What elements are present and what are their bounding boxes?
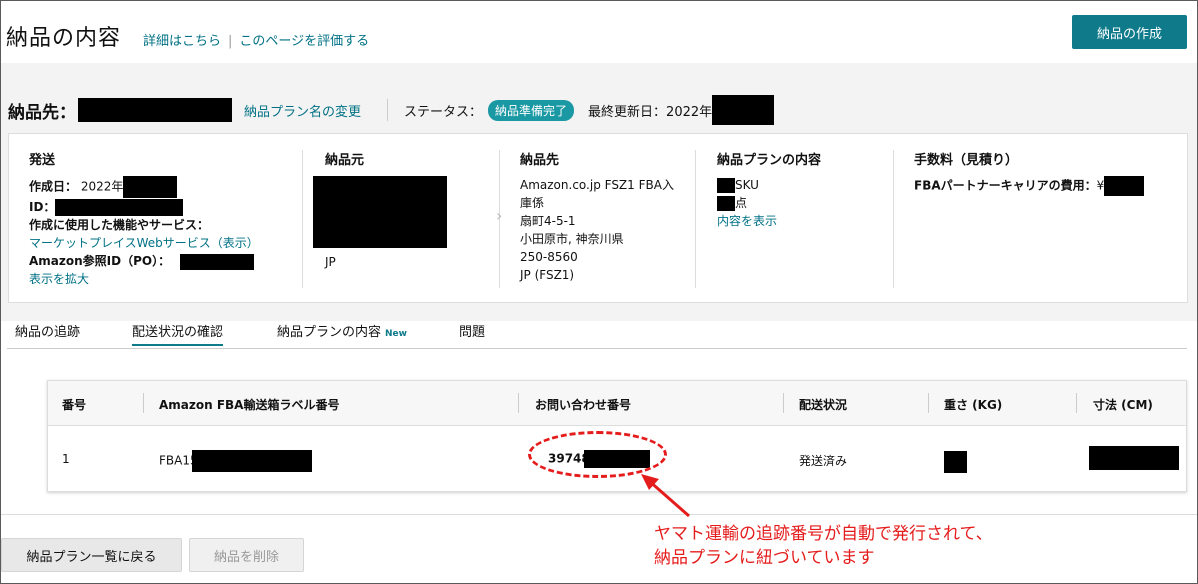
- link-separator: |: [228, 34, 233, 49]
- redacted-id: [55, 199, 184, 216]
- redacted-origin-address: [313, 176, 447, 248]
- origin-heading: 納品元: [325, 153, 365, 168]
- col-header: 番号: [62, 398, 87, 412]
- id-label: ID：: [29, 200, 56, 214]
- sku-suffix: SKU: [735, 178, 759, 192]
- last-updated-label: 最終更新日：2022年: [588, 104, 713, 120]
- dest-line: 小田原市, 神奈川県: [520, 232, 624, 246]
- col-header: 重さ (KG): [944, 398, 1003, 412]
- new-badge: New: [385, 329, 407, 339]
- col-header: 配送状況: [799, 398, 848, 412]
- fees-heading: 手数料（見積り）: [914, 153, 1019, 168]
- tab-issues[interactable]: 問題: [459, 321, 485, 345]
- destination-label: 納品先：: [8, 102, 76, 123]
- create-shipment-button[interactable]: 納品の作成: [1072, 15, 1187, 49]
- column-divider: [518, 393, 519, 413]
- column-divider: [1076, 393, 1077, 413]
- col-header: Amazon FBA輸送箱ラベル番号: [159, 398, 340, 412]
- redacted-sku-count: [717, 178, 735, 193]
- row-number: 1: [62, 452, 70, 466]
- tab-bar: 納品の追跡 配送状況の確認 納品プランの内容 New 問題: [7, 321, 1187, 349]
- annotation-line: ヤマト運輸の追跡番号が自動で発行されて、: [654, 524, 993, 544]
- dest-line: 扇町4-5-1: [520, 214, 576, 228]
- fees-column: 手数料（見積り） FBAパートナーキャリアの費用：¥: [914, 134, 1184, 302]
- redacted-box-label: [191, 450, 312, 472]
- po-label: Amazon参照ID（PO）：: [29, 254, 171, 268]
- tab-delivery-status[interactable]: 配送状況の確認: [132, 321, 224, 346]
- dest-line: JP (FSZ1): [520, 268, 575, 282]
- chevron-right-icon: ›: [496, 206, 503, 225]
- view-contents-link[interactable]: 内容を表示: [717, 212, 887, 230]
- top-header: 納品の内容 詳細はこちら | このページを評価する 納品の作成: [1, 1, 1197, 63]
- annotation-text: ヤマト運輸の追跡番号が自動で発行されて、 納品プランに紐づいています: [654, 522, 993, 570]
- back-to-plans-button[interactable]: 納品プラン一覧に戻る: [1, 538, 182, 572]
- summary-card: 発送 作成日： 2022年 ID： 作成に使用した機能やサービス： マーケットプ…: [8, 133, 1188, 303]
- column-divider: [143, 393, 144, 413]
- redacted-po: [180, 253, 255, 270]
- expand-link[interactable]: 表示を拡大: [29, 270, 299, 288]
- rename-plan-link[interactable]: 納品プラン名の変更: [244, 101, 361, 120]
- dest-line: 庫係: [520, 196, 545, 210]
- currency-symbol: ¥: [1096, 178, 1105, 193]
- page-title: 納品の内容: [6, 26, 122, 51]
- column-divider: [783, 393, 784, 413]
- tab-tracking[interactable]: 納品の追跡: [15, 321, 80, 345]
- status-label: ステータス：: [404, 104, 483, 120]
- divider: [387, 99, 389, 121]
- details-link[interactable]: 詳細はこちら: [143, 34, 221, 49]
- delivery-status-cell: 発送済み: [799, 454, 848, 468]
- redacted-created: [123, 176, 178, 198]
- origin-country: JP: [325, 255, 336, 269]
- redacted-fee: [1104, 176, 1145, 196]
- created-value: 2022年: [80, 179, 124, 194]
- delete-shipment-button[interactable]: 納品を削除: [189, 538, 304, 572]
- ship-heading: 発送: [29, 153, 56, 168]
- contents-heading: 納品プランの内容: [717, 153, 822, 168]
- column-divider: [928, 393, 929, 413]
- unit-suffix: 点: [735, 196, 748, 210]
- service-link[interactable]: マーケットプレイスWebサービス（表示）: [29, 234, 299, 252]
- created-label: 作成日：: [29, 179, 78, 194]
- table-header: 番号 Amazon FBA輸送箱ラベル番号 お問い合わせ番号 配送状況 重さ (…: [48, 381, 1186, 426]
- dest-line: 250-8560: [520, 250, 578, 264]
- partner-fee-label: FBAパートナーキャリアの費用：: [914, 178, 1097, 193]
- column-divider: [302, 150, 303, 288]
- box-label-cell: FBA15: [159, 450, 312, 472]
- dimensions-cell: [1089, 446, 1179, 473]
- service-label: 作成に使用した機能やサービス：: [29, 218, 210, 232]
- column-divider: [695, 150, 696, 288]
- ship-column: 発送 作成日： 2022年 ID： 作成に使用した機能やサービス： マーケットプ…: [29, 134, 299, 302]
- status-badge: 納品準備完了: [488, 99, 575, 121]
- destination-row: 納品先： 納品プラン名の変更 ステータス： 納品準備完了 最終更新日：2022年: [8, 95, 775, 125]
- header-links: 詳細はこちら | このページを評価する: [143, 30, 369, 49]
- redacted-plan-name: [78, 98, 232, 122]
- redacted-date: [712, 95, 775, 125]
- redacted-weight: [944, 451, 967, 473]
- tab-plan-contents[interactable]: 納品プランの内容 New: [277, 321, 407, 345]
- dest-line: Amazon.co.jp FSZ1 FBA入: [520, 178, 674, 192]
- redacted-dimensions: [1089, 446, 1179, 470]
- origin-column: 納品元 JP: [313, 134, 485, 302]
- col-header: 寸法 (CM): [1093, 398, 1153, 412]
- column-divider: [893, 150, 894, 288]
- contents-column: 納品プランの内容 SKU 点 内容を表示: [717, 134, 887, 302]
- redacted-unit-count: [717, 196, 735, 211]
- weight-cell: [944, 451, 967, 476]
- annotation-highlight: [528, 431, 667, 478]
- annotation-line: 納品プランに紐づいています: [654, 548, 875, 568]
- destination-column: 納品先 Amazon.co.jp FSZ1 FBA入 庫係 扇町4-5-1 小田…: [520, 134, 690, 302]
- rate-page-link[interactable]: このページを評価する: [239, 34, 369, 49]
- dest-heading: 納品先: [520, 153, 560, 168]
- tab-plan-contents-label: 納品プランの内容: [277, 325, 382, 340]
- col-header: お問い合わせ番号: [535, 398, 632, 412]
- footer-divider: [1, 514, 1197, 515]
